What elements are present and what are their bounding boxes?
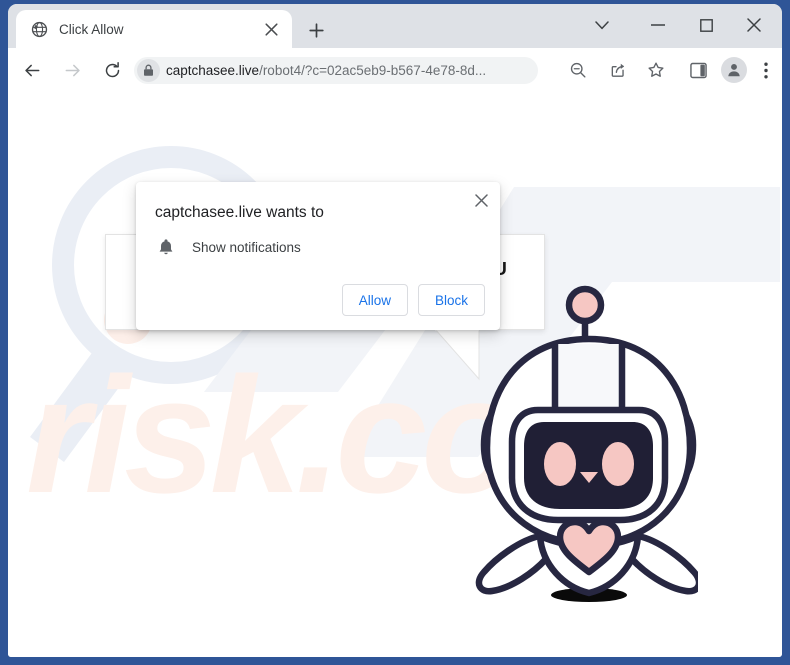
- profile-avatar[interactable]: [720, 56, 748, 84]
- new-tab-button[interactable]: [302, 16, 330, 44]
- browser-toolbar: captchasee.live/robot4/?c=02ac5eb9-b567-…: [8, 48, 782, 92]
- permission-label: Show notifications: [192, 239, 301, 255]
- bookmark-star-icon[interactable]: [642, 56, 670, 84]
- allow-button[interactable]: Allow: [341, 284, 408, 316]
- address-bar-url: captchasee.live/robot4/?c=02ac5eb9-b567-…: [166, 63, 486, 78]
- reload-icon[interactable]: [98, 56, 126, 84]
- forward-arrow-icon: [58, 56, 86, 84]
- tab-title: Click Allow: [59, 21, 124, 37]
- globe-icon: [31, 21, 48, 38]
- notification-permission-dialog: captchasee.live wants to Show notificati…: [136, 182, 500, 330]
- robot-mascot: [475, 285, 698, 602]
- address-bar[interactable]: captchasee.live/robot4/?c=02ac5eb9-b567-…: [134, 57, 538, 84]
- browser-window: Click Allow captchasee.live/robot4/?c=02…: [8, 4, 782, 657]
- lock-icon[interactable]: [137, 59, 160, 82]
- url-path: /robot4/?c=02ac5eb9-b567-4e78-8d...: [259, 63, 487, 78]
- close-icon[interactable]: [468, 187, 494, 213]
- maximize-window-button[interactable]: [684, 8, 728, 42]
- tab-search-button[interactable]: [580, 8, 624, 42]
- share-icon[interactable]: [604, 56, 632, 84]
- side-panel-icon[interactable]: [684, 56, 712, 84]
- tab-strip: Click Allow: [8, 4, 782, 48]
- bell-icon: [155, 236, 177, 258]
- page-content: risk.com captchasee.live wants to Show n…: [8, 92, 782, 657]
- browser-tab[interactable]: Click Allow: [16, 10, 292, 48]
- speech-bubble-tail: [435, 329, 480, 381]
- dialog-actions: Allow Block: [341, 284, 485, 316]
- close-window-button[interactable]: [732, 8, 776, 42]
- browser-window-frame: Click Allow captchasee.live/robot4/?c=02…: [0, 0, 790, 665]
- back-arrow-icon[interactable]: [18, 56, 46, 84]
- tab-close-icon[interactable]: [260, 18, 282, 40]
- url-domain: captchasee.live: [166, 63, 260, 78]
- permission-row: Show notifications: [155, 236, 301, 258]
- minimize-window-button[interactable]: [636, 8, 680, 42]
- dialog-heading: captchasee.live wants to: [155, 204, 324, 221]
- block-button[interactable]: Block: [417, 284, 485, 316]
- zoom-out-icon[interactable]: [564, 56, 592, 84]
- avatar: [721, 57, 747, 83]
- three-dot-menu-icon[interactable]: [756, 56, 776, 84]
